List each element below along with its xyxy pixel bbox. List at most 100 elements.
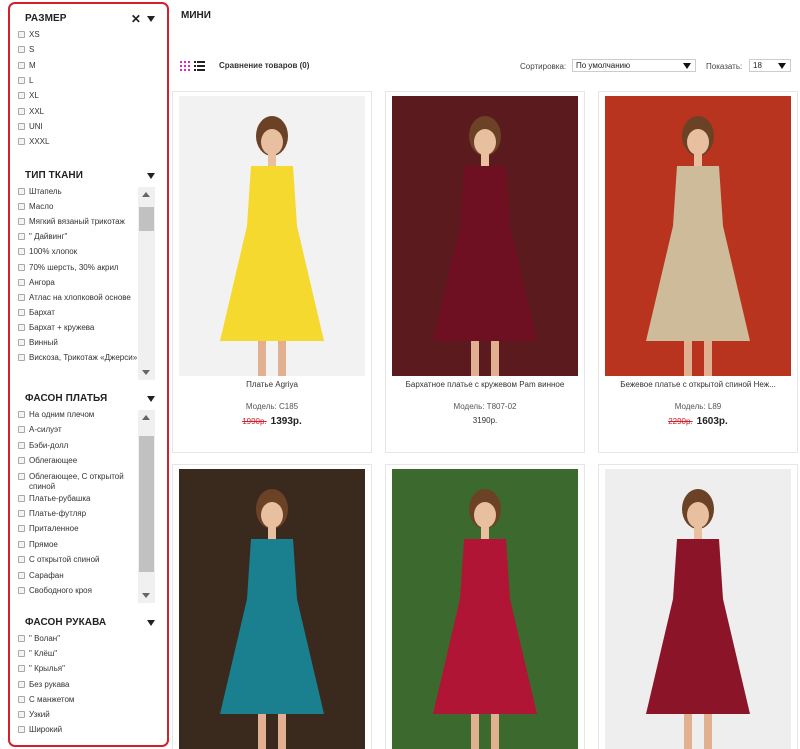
checkbox[interactable] — [18, 571, 25, 579]
fabric-option[interactable]: 100% хлопок — [10, 247, 138, 257]
checkbox[interactable] — [18, 726, 25, 734]
dress-style-option[interactable]: На одним плечом — [10, 410, 138, 420]
checkbox[interactable] — [18, 323, 25, 331]
sleeve-style-option[interactable]: " Крылья" — [10, 664, 160, 674]
scroll-thumb[interactable] — [139, 207, 154, 231]
sort-select[interactable]: По умолчанию — [572, 59, 696, 72]
checkbox[interactable] — [18, 339, 25, 346]
product-card[interactable]: Бархатное платье с кружевом Pam винное Мо… — [385, 91, 585, 453]
checkbox[interactable] — [18, 138, 25, 146]
dress-style-option[interactable]: Бэби-долл — [10, 441, 138, 451]
fabric-option[interactable]: Мягкий вязаный трикотаж — [10, 217, 138, 227]
fabric-option[interactable]: 70% шерсть, 30% акрил — [10, 263, 138, 273]
fabric-option[interactable]: Бархат — [10, 308, 138, 318]
product-card[interactable] — [598, 464, 798, 749]
checkbox[interactable] — [18, 494, 25, 502]
scroll-up-icon[interactable] — [142, 192, 150, 197]
product-name[interactable]: Бархатное платье с кружевом Pam винное — [390, 380, 580, 389]
sleeve-style-option[interactable]: " Клёш" — [10, 649, 160, 659]
dress-style-option[interactable]: Облегающее — [10, 456, 138, 466]
list-view-icon[interactable] — [194, 61, 205, 71]
checkbox[interactable] — [18, 46, 25, 54]
checkbox[interactable] — [18, 188, 25, 195]
fabric-option[interactable]: Бархат + кружева — [10, 323, 138, 333]
product-card[interactable] — [385, 464, 585, 749]
chevron-down-icon[interactable] — [147, 173, 155, 179]
product-photo[interactable] — [392, 96, 578, 376]
size-option[interactable]: XS — [10, 30, 160, 40]
scroll-down-icon[interactable] — [142, 370, 150, 375]
checkbox[interactable] — [18, 308, 25, 316]
sleeve-style-option[interactable]: С манжетом — [10, 695, 160, 705]
checkbox[interactable] — [18, 31, 25, 38]
size-option[interactable]: UNI — [10, 122, 160, 132]
checkbox[interactable] — [18, 472, 25, 480]
size-option[interactable]: L — [10, 76, 160, 86]
clear-filter-icon[interactable]: ✕ — [131, 8, 141, 30]
checkbox[interactable] — [18, 695, 25, 703]
sleeve-style-option[interactable]: Узкий — [10, 710, 160, 720]
show-count-select[interactable]: 18 — [749, 59, 791, 72]
checkbox[interactable] — [18, 61, 25, 69]
product-photo[interactable] — [392, 469, 578, 749]
dress-style-option[interactable]: Платье-футляр — [10, 509, 138, 519]
filter-size-header[interactable]: РАЗМЕР ✕ — [10, 8, 167, 30]
filter-sleeve-style-header[interactable]: ФАСОН РУКАВА — [10, 612, 167, 634]
checkbox[interactable] — [18, 278, 25, 286]
product-card[interactable]: Бежевое платье с открытой спиной Неж... М… — [598, 91, 798, 453]
size-option[interactable]: XXXL — [10, 137, 160, 147]
size-option[interactable]: S — [10, 45, 160, 55]
checkbox[interactable] — [18, 411, 25, 418]
fabric-option[interactable]: Масло — [10, 202, 138, 212]
checkbox[interactable] — [18, 218, 25, 226]
checkbox[interactable] — [18, 426, 25, 434]
fabric-option[interactable]: " Дайвинг" — [10, 232, 138, 242]
checkbox[interactable] — [18, 354, 25, 362]
checkbox[interactable] — [18, 92, 25, 100]
dress-style-option[interactable]: С открытой спиной — [10, 555, 138, 565]
product-photo[interactable] — [605, 469, 791, 749]
checkbox[interactable] — [18, 665, 25, 673]
checkbox[interactable] — [18, 263, 25, 271]
checkbox[interactable] — [18, 107, 25, 115]
product-name[interactable]: Бежевое платье с открытой спиной Неж... — [603, 380, 793, 389]
filter-fabric-header[interactable]: ТИП ТКАНИ — [10, 165, 167, 187]
size-option[interactable]: XL — [10, 91, 160, 101]
checkbox[interactable] — [18, 441, 25, 449]
checkbox[interactable] — [18, 556, 25, 564]
product-photo[interactable] — [179, 96, 365, 376]
fabric-option[interactable]: Ангора — [10, 278, 138, 288]
dress-style-option[interactable]: Платье-рубашка — [10, 494, 138, 504]
dress-style-option[interactable]: Облегающее, С открытой спиной — [10, 472, 138, 492]
fabric-option[interactable]: Штапель — [10, 187, 138, 197]
scroll-up-icon[interactable] — [142, 415, 150, 420]
dress-style-scrollbar[interactable] — [138, 410, 155, 603]
checkbox[interactable] — [18, 587, 25, 594]
checkbox[interactable] — [18, 457, 25, 465]
compare-link[interactable]: Сравнение товаров (0) — [219, 61, 309, 70]
product-name[interactable]: Платье Agriya — [177, 380, 367, 389]
checkbox[interactable] — [18, 510, 25, 517]
scroll-thumb[interactable] — [139, 436, 154, 572]
fabric-option[interactable]: Атлас на хлопковой основе — [10, 293, 138, 303]
sleeve-style-option[interactable]: " Волан" — [10, 634, 160, 644]
chevron-down-icon[interactable] — [147, 16, 155, 22]
checkbox[interactable] — [18, 540, 25, 548]
product-card[interactable]: Платье Agriya Модель: C185 1990р. 1393р. — [172, 91, 372, 453]
checkbox[interactable] — [18, 122, 25, 130]
dress-style-option[interactable]: Прямое — [10, 540, 138, 550]
scroll-down-icon[interactable] — [142, 593, 150, 598]
filter-dress-style-header[interactable]: ФАСОН ПЛАТЬЯ — [10, 388, 167, 410]
checkbox[interactable] — [18, 635, 25, 642]
checkbox[interactable] — [18, 76, 25, 84]
chevron-down-icon[interactable] — [147, 396, 155, 402]
sleeve-style-option[interactable]: Широкий — [10, 725, 160, 735]
checkbox[interactable] — [18, 650, 25, 658]
dress-style-option[interactable]: Приталенное — [10, 524, 138, 534]
checkbox[interactable] — [18, 248, 25, 256]
checkbox[interactable] — [18, 293, 25, 301]
dress-style-option[interactable]: Сарафан — [10, 571, 138, 581]
checkbox[interactable] — [18, 203, 25, 211]
fabric-option[interactable]: Винный — [10, 338, 138, 348]
product-photo[interactable] — [605, 96, 791, 376]
